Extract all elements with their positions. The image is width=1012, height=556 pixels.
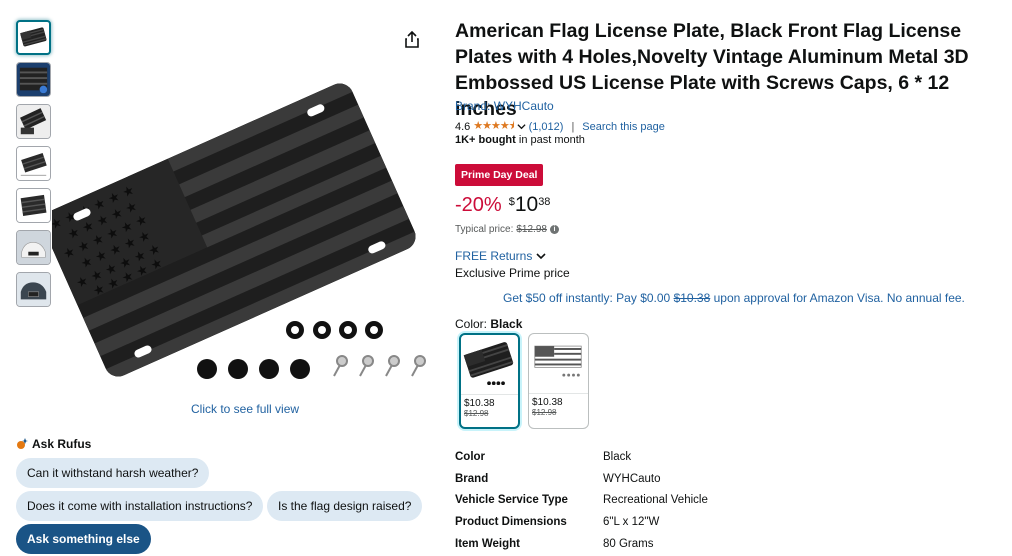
plate-angle-icon: [17, 105, 50, 138]
price-whole: 10: [514, 193, 539, 216]
search-page-link[interactable]: Search this page: [582, 121, 665, 133]
full-view-link[interactable]: Click to see full view: [191, 402, 299, 416]
price-row: -20% $ 10 38: [455, 192, 550, 218]
color-swatch-black[interactable]: $10.38 $12.98: [459, 333, 520, 429]
car-rear-icon: [17, 273, 50, 306]
detail-value: Recreational Vehicle: [603, 494, 708, 507]
typical-price-label: Typical price:: [455, 224, 514, 235]
info-icon[interactable]: i: [549, 225, 559, 234]
thumbnail-5[interactable]: [16, 188, 51, 223]
rating-value: 4.6: [455, 120, 471, 133]
detail-row-weight: Item Weight 80 Grams: [455, 533, 708, 555]
color-label-text: Color:: [455, 317, 491, 331]
swatch-black-old-price: $12.98: [464, 409, 489, 418]
plate-dimensions-icon: [17, 147, 50, 180]
car-front-icon: [17, 231, 50, 264]
brand-link[interactable]: Brand: WYHCauto: [455, 99, 554, 113]
visa-offer-link[interactable]: Get $50 off instantly: Pay $0.00 $10.38 …: [503, 291, 965, 305]
product-details-table: Color Black Brand WYHCauto Vehicle Service…: [455, 446, 708, 554]
swatch-silver-image: [529, 334, 588, 394]
prime-price-note: Exclusive Prime price: [455, 266, 570, 280]
rufus-header: Ask Rufus: [16, 437, 91, 451]
color-label: Color: Black: [455, 317, 522, 331]
thumbnail-3[interactable]: [16, 104, 51, 139]
chevron-down-icon: [536, 253, 546, 260]
detail-row-color: Color Black: [455, 446, 708, 468]
free-returns-link[interactable]: FREE Returns: [455, 249, 546, 263]
detail-value: WYHCauto: [603, 472, 661, 485]
price-fraction: 38: [538, 196, 551, 208]
current-price: $ 10 38: [509, 192, 551, 218]
rufus-chip-instructions[interactable]: Does it come with installation instructi…: [16, 491, 264, 521]
rufus-chip-raised[interactable]: Is the flag design raised?: [267, 491, 423, 521]
chevron-down-icon[interactable]: [517, 122, 526, 131]
plate-closeup-icon: [17, 63, 50, 96]
detail-row-vehicle-service-type: Vehicle Service Type Recreational Vehicle: [455, 489, 708, 511]
rating-count-link[interactable]: (1,012): [529, 121, 564, 133]
thumbnail-7[interactable]: [16, 272, 51, 307]
divider: |: [571, 120, 575, 133]
thumbnail-6[interactable]: [16, 230, 51, 265]
thumbnail-strip: [16, 20, 52, 314]
thumbnail-1[interactable]: [16, 20, 51, 55]
black-plate-swatch-icon: [463, 342, 514, 386]
detail-value: 80 Grams: [603, 537, 654, 550]
plate-side-icon: [17, 189, 50, 222]
rufus-icon: [17, 438, 28, 449]
detail-row-brand: Brand WYHCauto: [455, 468, 708, 490]
rufus-title: Ask Rufus: [32, 437, 92, 451]
silver-plate-swatch-icon: [534, 345, 582, 377]
color-swatch-silver[interactable]: $10.38 $12.98: [528, 333, 589, 429]
detail-key: Product Dimensions: [455, 515, 567, 528]
detail-value: 6"L x 12"W: [603, 515, 660, 528]
visa-offer-post: upon approval for Amazon Visa. No annual…: [710, 291, 965, 305]
detail-key: Vehicle Service Type: [455, 494, 568, 507]
plate-thumbnail-icon: [20, 27, 47, 47]
share-icon[interactable]: [402, 30, 422, 50]
typical-price-value: $12.98: [516, 224, 547, 235]
detail-key: Brand: [455, 472, 489, 485]
bought-count: 1K+ bought: [455, 134, 516, 146]
detail-key: Color: [455, 450, 486, 463]
rufus-chip-weather[interactable]: Can it withstand harsh weather?: [16, 458, 210, 488]
bought-suffix: in past month: [515, 134, 585, 146]
swatch-silver-old-price: $12.98: [532, 408, 557, 417]
deal-badge: Prime Day Deal: [455, 164, 544, 186]
rufus-ask-button[interactable]: Ask something else: [16, 524, 151, 554]
thumbnail-2[interactable]: [16, 62, 51, 97]
bought-info: 1K+ bought in past month: [455, 134, 585, 146]
color-selected: Black: [490, 317, 523, 331]
visa-offer-strike: $10.38: [673, 291, 711, 305]
visa-offer-pre: Get $50 off instantly: Pay $0.00: [503, 291, 674, 305]
free-returns-label: FREE Returns: [455, 249, 533, 263]
main-product-image[interactable]: ★ ★ ★ ★ ★ ★ ★ ★ ★ ★ ★ ★ ★ ★ ★ ★ ★ ★ ★ ★ …: [52, 28, 442, 388]
detail-value: Black: [603, 450, 632, 463]
discount-percent: -20%: [455, 194, 502, 216]
detail-key: Item Weight: [455, 537, 520, 550]
swatch-black-price: $10.38: [464, 398, 495, 409]
thumbnail-4[interactable]: [16, 146, 51, 181]
typical-price: Typical price: $12.98 i: [455, 224, 559, 235]
swatch-silver-price: $10.38: [532, 397, 563, 408]
detail-row-dimensions: Product Dimensions 6"L x 12"W: [455, 511, 708, 533]
swatch-black-image: [461, 335, 518, 395]
